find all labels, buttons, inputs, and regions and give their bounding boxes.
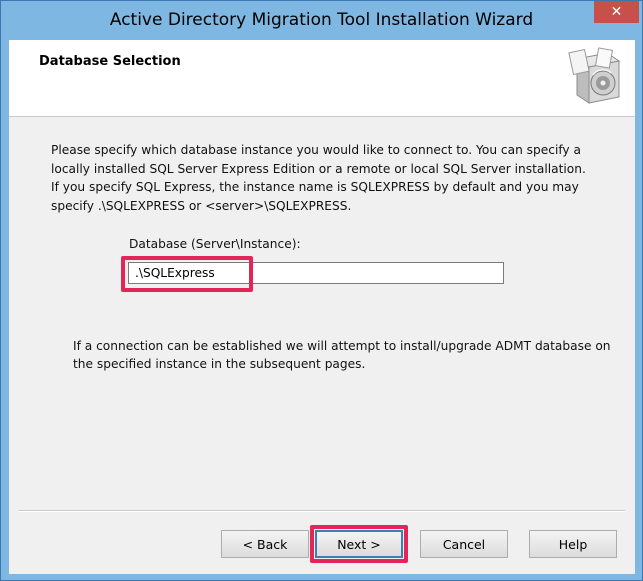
title-bar[interactable]: Active Directory Migration Tool Installa… — [1, 1, 642, 39]
wizard-content: Please specify which database instance y… — [9, 117, 635, 497]
description-text: Please specify which database instance y… — [51, 141, 611, 215]
description-line: specify .\SQLEXPRESS or <server>\SQLEXPR… — [51, 198, 352, 213]
description-line: If you specify SQL Express, the instance… — [51, 180, 579, 194]
window-title: Active Directory Migration Tool Installa… — [109, 10, 534, 30]
footer-divider — [19, 510, 625, 512]
info-line: the specified instance in the subsequent… — [73, 357, 366, 371]
database-instance-label: Database (Server\Instance): — [129, 237, 301, 251]
info-text: If a connection can be established we wi… — [73, 337, 613, 373]
wizard-header: Database Selection — [9, 40, 635, 117]
close-button[interactable]: ✕ — [594, 1, 639, 23]
page-title: Database Selection — [39, 54, 181, 69]
database-instance-input[interactable] — [128, 262, 504, 284]
help-button[interactable]: Help — [529, 530, 617, 558]
next-button[interactable]: Next > — [315, 530, 403, 558]
info-line: If a connection can be established we wi… — [73, 339, 611, 353]
cancel-button[interactable]: Cancel — [420, 530, 508, 558]
installer-box-icon — [567, 47, 625, 107]
description-line: locally installed SQL Server Express Edi… — [51, 161, 586, 176]
wizard-window: Active Directory Migration Tool Installa… — [0, 0, 643, 581]
wizard-client-area: Database Selection Please specify which … — [9, 40, 635, 574]
back-button[interactable]: < Back — [221, 530, 309, 558]
description-line: Please specify which database instance y… — [51, 143, 581, 157]
close-icon: ✕ — [610, 4, 623, 20]
